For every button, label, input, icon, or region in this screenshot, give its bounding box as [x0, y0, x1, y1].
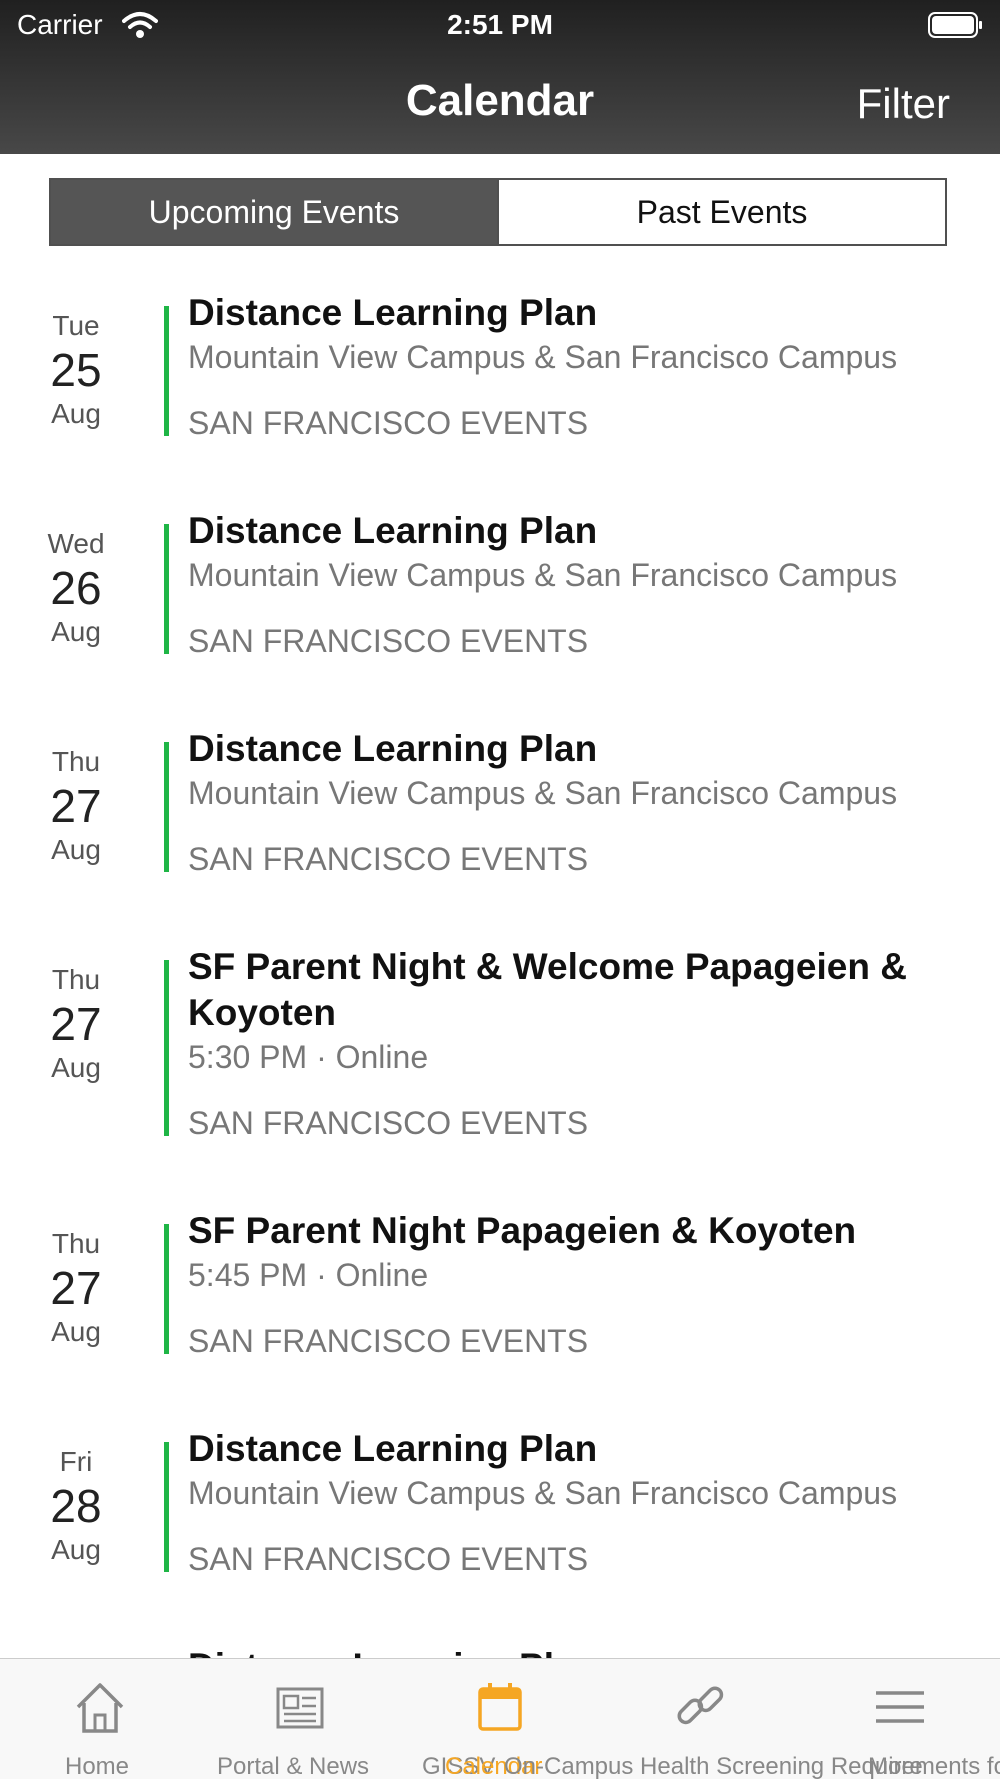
event-title: Distance Learning Plan: [188, 728, 598, 769]
event-title: Distance Learning Plan: [188, 1644, 968, 1658]
event-subtitle: Mountain View Campus & San Francisco Cam…: [188, 775, 898, 811]
past-events-tab[interactable]: Past Events: [497, 180, 945, 244]
event-month: Aug: [51, 616, 101, 647]
event-category: SAN FRANCISCO EVENTS: [188, 1541, 589, 1577]
event-weekday: Thu: [51, 746, 101, 777]
event-row[interactable]: Fri 28 Aug Distance Learning Plan Mountain V…: [0, 1426, 1000, 1644]
event-category: SAN FRANCISCO EVENTS: [188, 1105, 589, 1141]
events-segmented-control: Upcoming Events Past Events: [49, 178, 947, 246]
event-details: Distance Learning Plan Mountain View Camp…: [188, 1426, 968, 1578]
event-category-bar: [164, 742, 169, 872]
event-subtitle: Mountain View Campus & San Francisco Cam…: [188, 339, 898, 375]
event-details: Distance Learning Plan Mountain View Camp…: [188, 290, 968, 442]
tab-portal-news-label: Portal & News: [217, 1753, 370, 1779]
event-row[interactable]: Thu 27 Aug SF Parent Night Papageien & Koyo…: [0, 1208, 1000, 1426]
event-category: SAN FRANCISCO EVENTS: [188, 405, 589, 441]
filter-button[interactable]: Filter: [857, 80, 950, 128]
event-weekday: Thu: [51, 1228, 101, 1259]
event-category-bar: [164, 306, 169, 436]
event-day: 27: [50, 998, 102, 1050]
event-row[interactable]: Thu 27 Aug Distance Learning Plan Mountain V…: [0, 726, 1000, 944]
upcoming-events-tab[interactable]: Upcoming Events: [51, 180, 497, 244]
tab-health-screening[interactable]: On-Campus Health Screening Requirements …: [504, 1659, 1000, 1779]
event-month: Aug: [51, 834, 101, 865]
tab-home-label: Home: [65, 1753, 130, 1779]
event-date: Tue 25 Aug: [0, 290, 152, 442]
status-time: 2:51 PM: [447, 9, 553, 40]
event-date: Thu 27 Aug: [0, 944, 152, 1142]
menu-icon: [876, 1691, 924, 1723]
calendar-icon: [478, 1683, 522, 1731]
event-category-bar: [164, 524, 169, 654]
event-category-bar: [164, 1224, 169, 1354]
event-row[interactable]: Tue 25 Aug Distance Learning Plan Mountain V…: [0, 290, 1000, 508]
event-details: SF Parent Night Papageien & Koyoten 5:45 …: [188, 1208, 968, 1360]
event-day: 26: [50, 562, 102, 614]
events-list: Tue 25 Aug Distance Learning Plan Mountain V…: [0, 290, 1000, 1658]
event-title: SF Parent Night & Welcome Papageien & Ko…: [188, 946, 907, 1033]
event-title: Distance Learning Plan: [188, 510, 598, 551]
event-weekday: Fri: [59, 1446, 93, 1477]
tab-home[interactable]: Home: [0, 1659, 200, 1779]
event-month: Aug: [51, 1534, 101, 1565]
tab-more[interactable]: More: [800, 1659, 1000, 1779]
event-day: 27: [50, 1262, 102, 1314]
event-date: Thu 27 Aug: [0, 726, 152, 878]
event-month: Aug: [51, 1052, 101, 1083]
event-day: 27: [50, 780, 102, 832]
home-icon: [76, 1683, 124, 1733]
newspaper-icon: [276, 1687, 324, 1729]
event-row[interactable]: Thu 27 Aug SF Parent Night & Welcome Papage…: [0, 944, 1000, 1208]
event-row[interactable]: Wed 26 Aug Distance Learning Plan Mountain V…: [0, 508, 1000, 726]
event-subtitle: Mountain View Campus & San Francisco Cam…: [188, 557, 898, 593]
event-details: Distance Learning Plan Mountain View Camp…: [188, 508, 968, 660]
tab-portal-news[interactable]: Portal & News: [200, 1659, 400, 1779]
link-icon: [677, 1686, 724, 1725]
event-title: SF Parent Night Papageien & Koyoten: [188, 1210, 857, 1251]
event-category: SAN FRANCISCO EVENTS: [188, 623, 589, 659]
event-category: SAN FRANCISCO EVENTS: [188, 1323, 589, 1359]
nav-header: Carrier 2:51 PM Calendar Filter: [0, 0, 1000, 154]
event-month: Aug: [51, 1316, 101, 1347]
event-weekday: Thu: [51, 964, 101, 995]
event-weekday: Wed: [47, 528, 105, 559]
event-day: 28: [50, 1480, 102, 1532]
event-details: SF Parent Night & Welcome Papageien & Ko…: [188, 944, 968, 1142]
event-weekday: Tue: [52, 310, 100, 341]
event-details: Distance Learning Plan Mountain View Camp…: [188, 726, 968, 878]
event-subtitle: 5:30 PM · Online: [188, 1039, 429, 1075]
event-category-bar: [164, 1442, 169, 1572]
tab-more-label: More: [868, 1753, 923, 1779]
event-title: Distance Learning Plan: [188, 1428, 598, 1469]
event-category-bar: [164, 960, 169, 1136]
battery-icon: [928, 12, 982, 38]
status-bar: Carrier 2:51 PM: [0, 0, 1000, 50]
event-title: Distance Learning Plan: [188, 292, 598, 333]
event-date: Wed 26 Aug: [0, 508, 152, 660]
page-title: Calendar: [405, 76, 595, 125]
event-date: Fri 28 Aug: [0, 1426, 152, 1578]
event-category: SAN FRANCISCO EVENTS: [188, 841, 589, 877]
event-details: Distance Learning PlanMountain View Camp…: [188, 1644, 968, 1658]
event-subtitle: Mountain View Campus & San Francisco Cam…: [188, 1475, 898, 1511]
event-date: Mon31Aug: [0, 1644, 152, 1658]
event-row[interactable]: Mon31Aug Distance Learning PlanMountain V…: [0, 1644, 1000, 1658]
event-day: 25: [50, 344, 102, 396]
event-subtitle: 5:45 PM · Online: [188, 1257, 429, 1293]
event-month: Aug: [51, 398, 101, 429]
tab-bar: Home Portal & News GISSV Calendar On-Cam…: [0, 1658, 1000, 1779]
event-date: Thu 27 Aug: [0, 1208, 152, 1360]
